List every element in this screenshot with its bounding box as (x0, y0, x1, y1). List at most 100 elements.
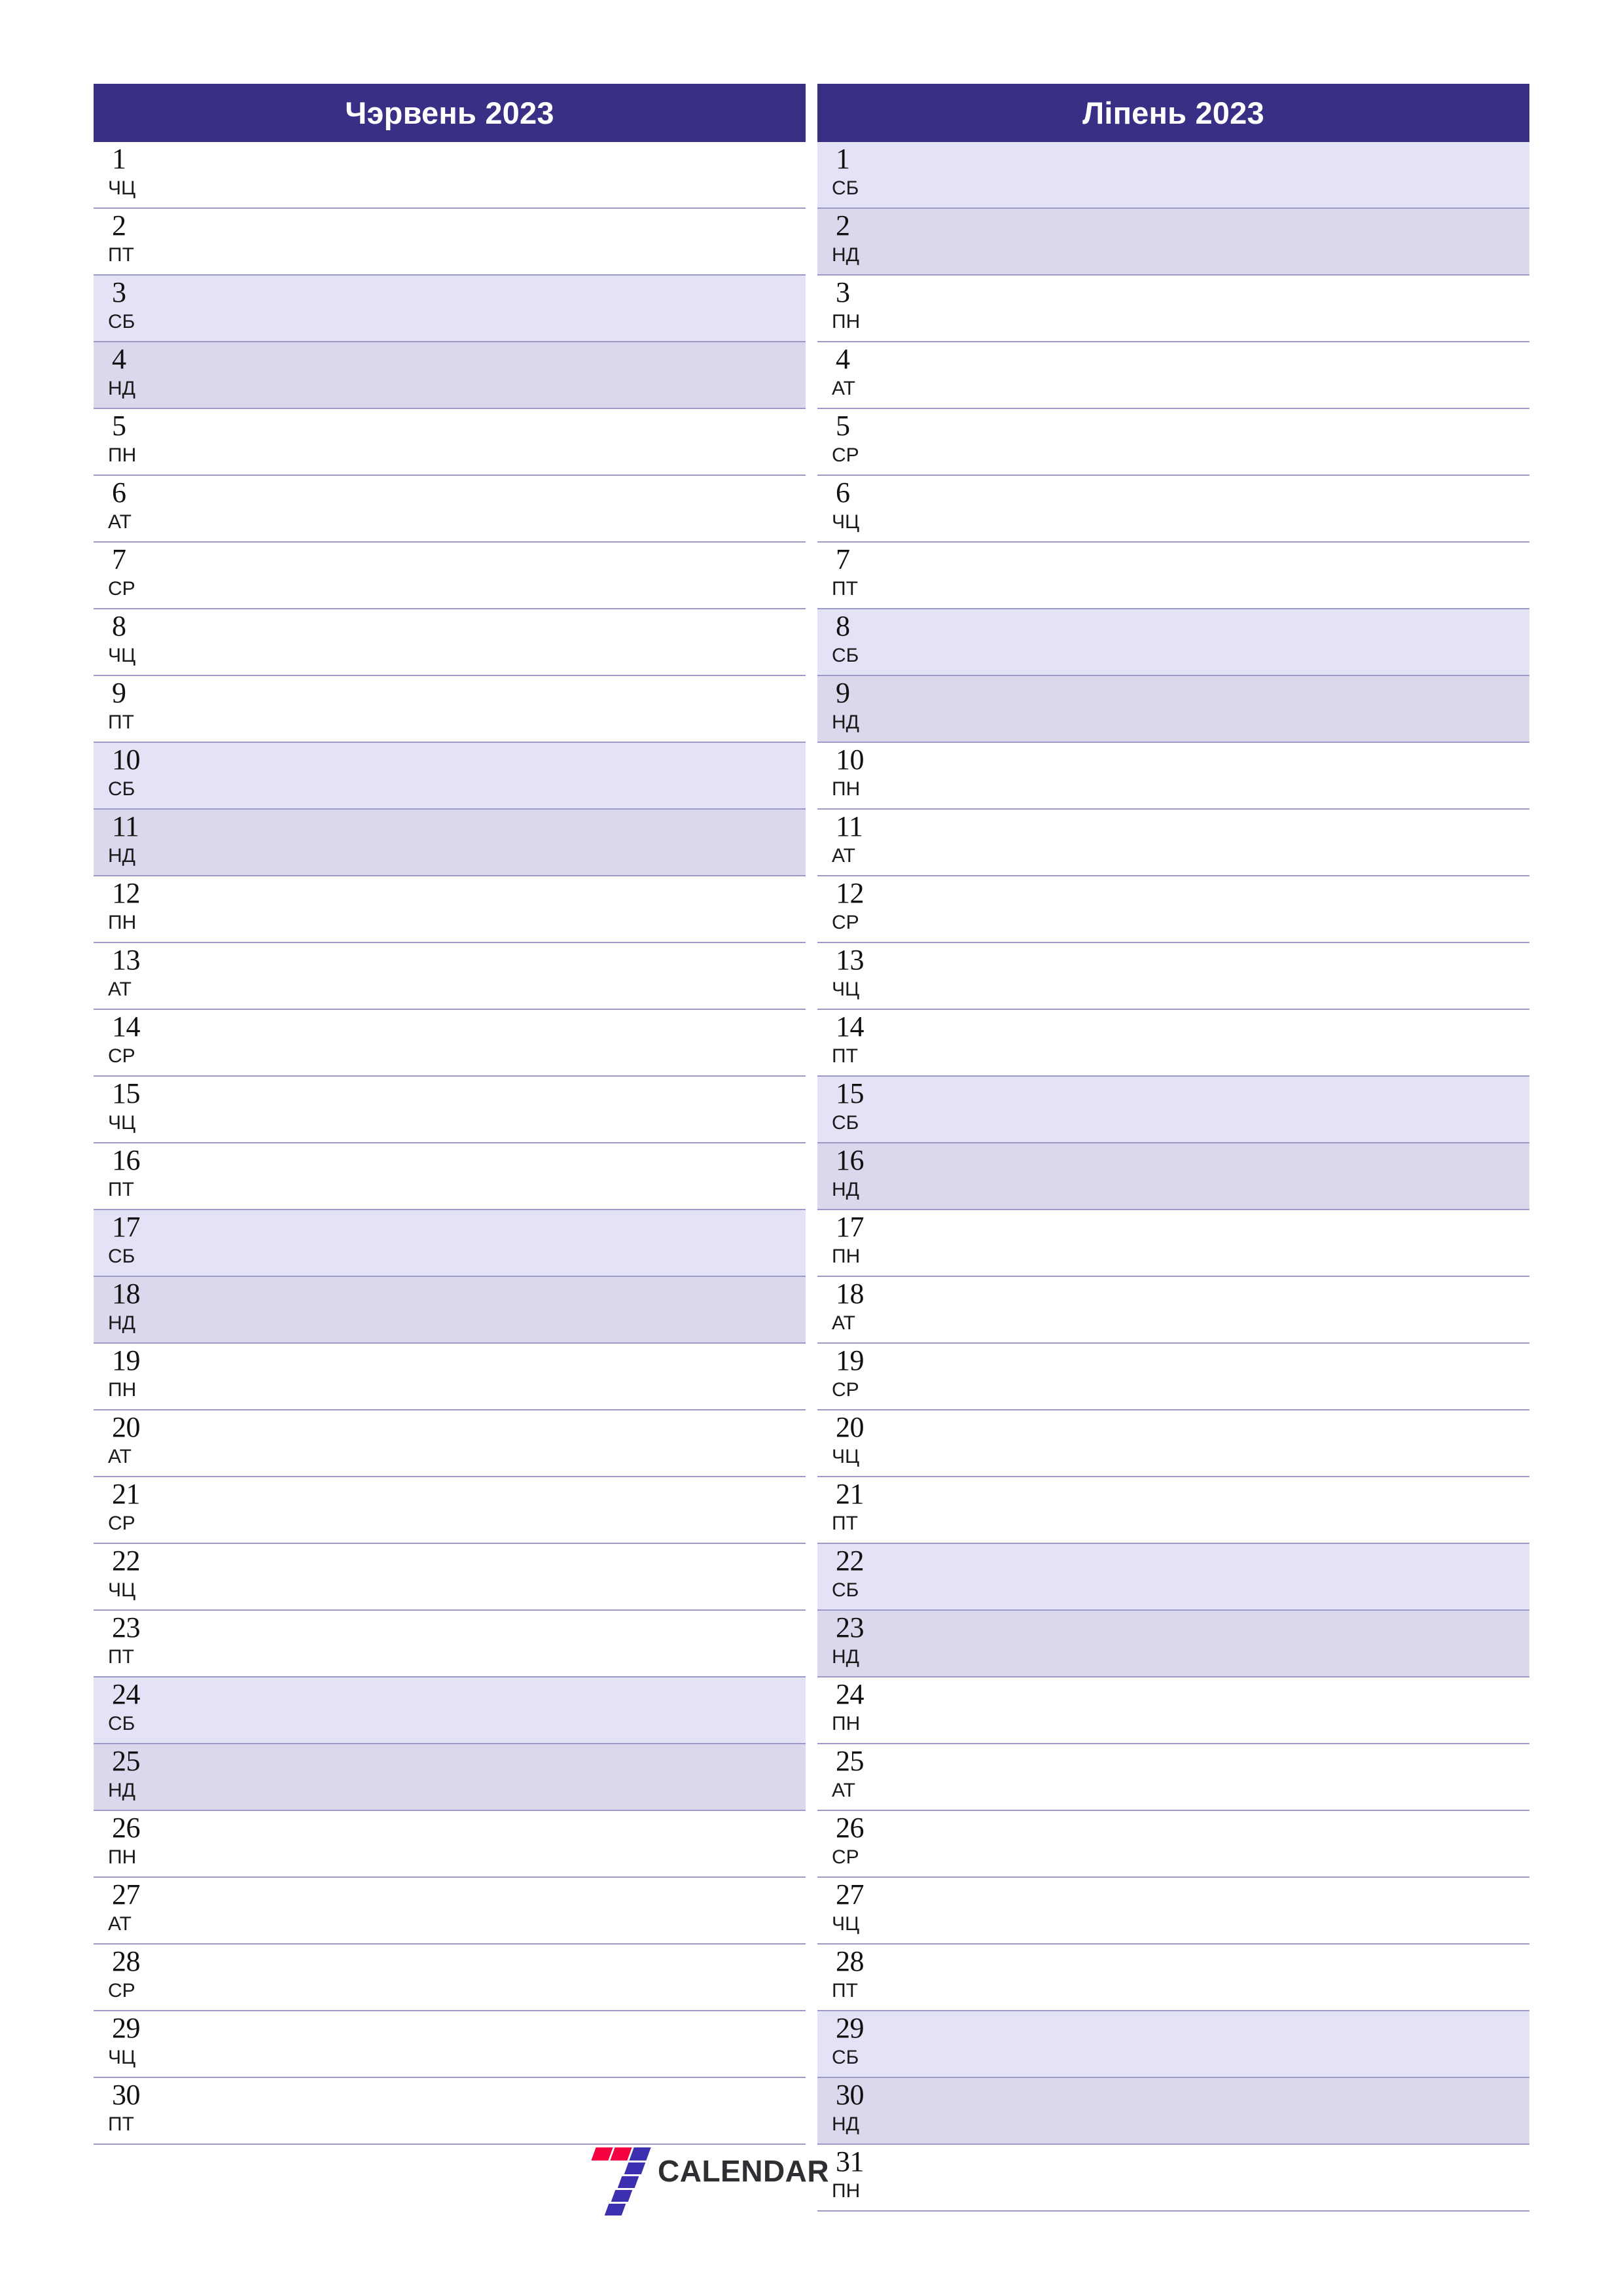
day-row[interactable]: 26 ПН (94, 1811, 806, 1878)
day-row[interactable]: 25 НД (94, 1744, 806, 1811)
day-weekday-abbr: НД (108, 845, 135, 867)
day-row[interactable]: 17 ПН (817, 1210, 1529, 1277)
day-number: 14 (836, 1011, 865, 1043)
day-row[interactable]: 6 АТ (94, 476, 806, 543)
day-row[interactable]: 23 ПТ (94, 1611, 806, 1677)
day-number: 6 (112, 476, 126, 509)
day-row[interactable]: 18 НД (94, 1277, 806, 1344)
day-weekday-abbr: ЧЦ (108, 1579, 136, 1601)
day-weekday-abbr: СР (108, 1980, 135, 2001)
day-weekday-abbr: ПТ (832, 1513, 858, 1534)
day-weekday-abbr: ПТ (832, 578, 858, 600)
day-row[interactable]: 27 АТ (94, 1878, 806, 1945)
day-number: 20 (836, 1411, 865, 1443)
day-row[interactable]: 20 АТ (94, 1410, 806, 1477)
day-row[interactable]: 29 ЧЦ (94, 2011, 806, 2078)
day-number: 15 (836, 1077, 865, 1109)
day-row[interactable]: 14 ПТ (817, 1010, 1529, 1077)
day-row[interactable]: 18 АТ (817, 1277, 1529, 1344)
day-row[interactable]: 24 СБ (94, 1677, 806, 1744)
day-row[interactable]: 10 ПН (817, 743, 1529, 810)
day-row[interactable]: 1 СБ (817, 142, 1529, 209)
day-row[interactable]: 15 СБ (817, 1077, 1529, 1143)
day-weekday-abbr: СБ (832, 645, 859, 666)
day-row[interactable]: 2 ПТ (94, 209, 806, 276)
day-weekday-abbr: ЧЦ (832, 1913, 860, 1935)
day-weekday-abbr: ПН (108, 444, 137, 466)
day-weekday-abbr: НД (832, 244, 859, 266)
day-row[interactable]: 16 ПТ (94, 1143, 806, 1210)
day-row[interactable]: 13 АТ (94, 943, 806, 1010)
day-row[interactable]: 31 ПН (817, 2145, 1529, 2212)
day-weekday-abbr: АТ (108, 511, 132, 533)
day-number: 9 (836, 677, 850, 709)
day-row[interactable]: 24 ПН (817, 1677, 1529, 1744)
day-row[interactable]: 11 НД (94, 810, 806, 876)
day-row[interactable]: 12 СР (817, 876, 1529, 943)
day-number: 20 (112, 1411, 141, 1443)
day-weekday-abbr: ПТ (108, 1179, 134, 1200)
day-row[interactable]: 8 СБ (817, 609, 1529, 676)
day-weekday-abbr: ПН (832, 311, 861, 332)
day-row[interactable]: 9 ПТ (94, 676, 806, 743)
day-number: 23 (112, 1611, 141, 1643)
day-row[interactable]: 5 ПН (94, 409, 806, 476)
day-number: 10 (836, 744, 865, 776)
day-row[interactable]: 5 СР (817, 409, 1529, 476)
day-number: 30 (112, 2079, 141, 2111)
day-row[interactable]: 30 ПТ (94, 2078, 806, 2145)
day-row[interactable]: 25 АТ (817, 1744, 1529, 1811)
day-number: 17 (836, 1211, 865, 1243)
day-row[interactable]: 11 АТ (817, 810, 1529, 876)
day-weekday-abbr: СБ (832, 2047, 859, 2068)
day-row[interactable]: 29 СБ (817, 2011, 1529, 2078)
day-row[interactable]: 23 НД (817, 1611, 1529, 1677)
day-row[interactable]: 3 СБ (94, 276, 806, 342)
day-row[interactable]: 30 НД (817, 2078, 1529, 2145)
day-row[interactable]: 6 ЧЦ (817, 476, 1529, 543)
day-row[interactable]: 20 ЧЦ (817, 1410, 1529, 1477)
day-row[interactable]: 8 ЧЦ (94, 609, 806, 676)
day-row[interactable]: 2 НД (817, 209, 1529, 276)
day-row[interactable]: 13 ЧЦ (817, 943, 1529, 1010)
day-row[interactable]: 7 ПТ (817, 543, 1529, 609)
day-row[interactable]: 1 ЧЦ (94, 142, 806, 209)
day-weekday-abbr: ПТ (108, 1646, 134, 1668)
day-row[interactable]: 9 НД (817, 676, 1529, 743)
day-number: 1 (836, 143, 850, 175)
month-title-july: Ліпень 2023 (817, 84, 1529, 142)
day-weekday-abbr: СР (108, 1045, 135, 1067)
day-weekday-abbr: АТ (108, 1913, 132, 1935)
day-row[interactable]: 10 СБ (94, 743, 806, 810)
day-row[interactable]: 3 ПН (817, 276, 1529, 342)
day-row[interactable]: 14 СР (94, 1010, 806, 1077)
day-row[interactable]: 22 ЧЦ (94, 1544, 806, 1611)
day-row[interactable]: 27 ЧЦ (817, 1878, 1529, 1945)
day-row[interactable]: 12 ПН (94, 876, 806, 943)
day-weekday-abbr: ЧЦ (832, 978, 860, 1000)
day-row[interactable]: 17 СБ (94, 1210, 806, 1277)
day-weekday-abbr: СР (108, 1513, 135, 1534)
day-number: 16 (836, 1144, 865, 1176)
day-row[interactable]: 28 ПТ (817, 1945, 1529, 2011)
day-row[interactable]: 4 АТ (817, 342, 1529, 409)
day-row[interactable]: 26 СР (817, 1811, 1529, 1878)
day-weekday-abbr: АТ (108, 978, 132, 1000)
day-row[interactable]: 16 НД (817, 1143, 1529, 1210)
day-weekday-abbr: ПН (832, 1246, 861, 1267)
logo-segment (610, 2147, 632, 2161)
day-row[interactable]: 21 ПТ (817, 1477, 1529, 1544)
day-row[interactable]: 19 СР (817, 1344, 1529, 1410)
day-number: 28 (836, 1945, 865, 1977)
day-row[interactable]: 4 НД (94, 342, 806, 409)
day-row[interactable]: 22 СБ (817, 1544, 1529, 1611)
day-row[interactable]: 21 СР (94, 1477, 806, 1544)
day-row[interactable]: 28 СР (94, 1945, 806, 2011)
day-number: 4 (112, 343, 126, 375)
day-number: 9 (112, 677, 126, 709)
day-weekday-abbr: СБ (832, 1579, 859, 1601)
day-number: 6 (836, 476, 850, 509)
day-row[interactable]: 15 ЧЦ (94, 1077, 806, 1143)
day-row[interactable]: 7 СР (94, 543, 806, 609)
day-row[interactable]: 19 ПН (94, 1344, 806, 1410)
